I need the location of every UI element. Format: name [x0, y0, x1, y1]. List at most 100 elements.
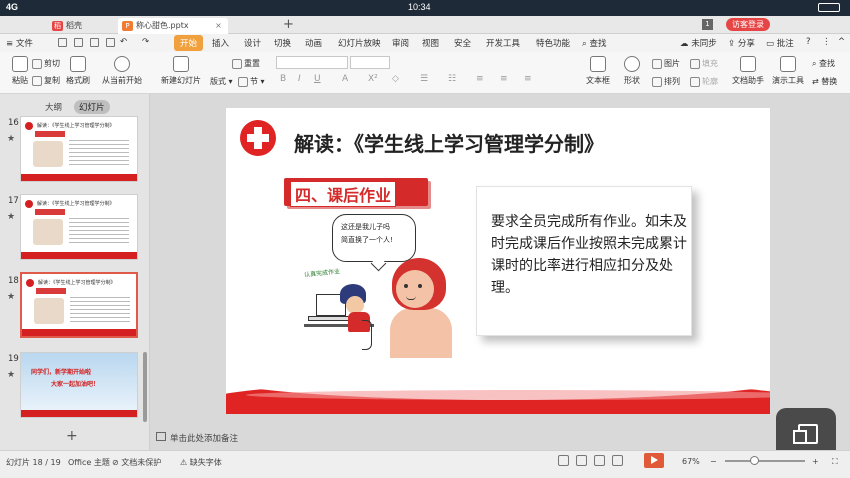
- menu-home[interactable]: 开始: [174, 35, 204, 51]
- body-textbox[interactable]: 要求全员完成所有作业。如未及时完成课后作业按照未完成累计课时的比率进行相应扣分及…: [476, 186, 692, 336]
- play-slideshow-button[interactable]: [644, 453, 664, 468]
- fit-window-icon[interactable]: ⛶: [832, 457, 838, 467]
- bullets-icon[interactable]: ☰: [420, 74, 428, 84]
- menu-view[interactable]: 视图: [422, 37, 439, 49]
- menu-security[interactable]: 安全: [454, 37, 471, 49]
- copy-label: 复制: [44, 76, 60, 85]
- menu-insert[interactable]: 插入: [212, 37, 229, 49]
- normal-view-icon[interactable]: [576, 455, 587, 466]
- shape-icon: [624, 56, 640, 72]
- current-slide[interactable]: 解读：《学生线上学习管理学分制》 四、课后作业 这还是我儿子吗 简直换了一个人!…: [226, 108, 770, 414]
- more-icon[interactable]: ⋮: [822, 37, 831, 47]
- tab-outline[interactable]: 大纲: [40, 100, 67, 114]
- menu-design[interactable]: 设计: [244, 37, 261, 49]
- underline-icon[interactable]: U: [314, 74, 321, 84]
- menu-bar: ≡ 文件 ↶ ↷ 开始 插入 设计 切换 动画 幻灯片放映 审阅 视图 安全 开…: [0, 34, 850, 52]
- align-right-icon[interactable]: ≡: [524, 74, 532, 84]
- comment-button[interactable]: ▭ 批注: [766, 37, 794, 49]
- window-count-badge[interactable]: 1: [702, 19, 713, 30]
- outline-button[interactable]: 轮廓: [690, 76, 718, 87]
- textbox-button[interactable]: 文本框: [580, 56, 616, 86]
- help-icon[interactable]: ?: [806, 37, 811, 47]
- from-current-button[interactable]: 从当前开始: [100, 56, 144, 86]
- menu-transition[interactable]: 切换: [274, 37, 291, 49]
- preview-icon[interactable]: [106, 38, 115, 47]
- undo-icon[interactable]: ↶: [120, 37, 127, 47]
- format-painter-button[interactable]: 格式刷: [60, 56, 96, 86]
- notes-toggle-icon[interactable]: [558, 455, 569, 466]
- copy-button[interactable]: 复制: [32, 75, 60, 86]
- visitor-login-button[interactable]: 访客登录: [726, 18, 770, 31]
- italic-icon[interactable]: I: [298, 74, 301, 84]
- zoom-out-icon[interactable]: −: [710, 457, 717, 466]
- replace-button[interactable]: ⇄ 替换: [812, 76, 837, 87]
- section-dropdown[interactable]: 节 ▾: [238, 76, 265, 87]
- print-icon[interactable]: [90, 38, 99, 47]
- notes-area[interactable]: 单击此处添加备注: [150, 428, 850, 448]
- slide-thumbnail-16[interactable]: 解读：《学生线上学习管理学分制》: [20, 116, 138, 182]
- section-label: 节: [250, 77, 258, 86]
- align-left-icon[interactable]: ≡: [476, 74, 484, 84]
- slide-thumbnail-17[interactable]: 解读：《学生线上学习管理学分制》: [20, 194, 138, 260]
- slide-thumbnail-18[interactable]: 解读：《学生线上学习管理学分制》: [20, 272, 138, 338]
- menu-review[interactable]: 审阅: [392, 37, 409, 49]
- doc-protection-status[interactable]: ⊘ 文档未保护: [112, 457, 161, 468]
- clear-format-icon[interactable]: ◇: [392, 74, 399, 84]
- zoom-slider[interactable]: [725, 460, 805, 462]
- slide-title[interactable]: 解读：《学生线上学习管理学分制》: [294, 128, 604, 157]
- close-icon[interactable]: ×: [215, 21, 222, 30]
- font-size-select[interactable]: [350, 56, 390, 69]
- add-slide-button[interactable]: +: [66, 428, 78, 444]
- slide-thumbnail-19[interactable]: 同学们，新学期开始啦 大家一起加油吧！: [20, 352, 138, 418]
- arrange-button[interactable]: 排列: [652, 76, 680, 87]
- superscript-icon[interactable]: X²: [368, 74, 378, 84]
- cartoon-illustration[interactable]: 这还是我儿子吗 简直换了一个人! 认真完成作业: [304, 208, 454, 358]
- sync-status[interactable]: ☁ 未同步: [680, 37, 717, 49]
- numbering-icon[interactable]: ☷: [448, 74, 456, 84]
- tab-docer[interactable]: 稻 稻壳: [48, 18, 88, 34]
- search-command[interactable]: ⌕ 查找: [582, 37, 606, 49]
- font-family-select[interactable]: [276, 56, 348, 69]
- zoom-in-icon[interactable]: +: [812, 457, 819, 466]
- menu-animation[interactable]: 动画: [305, 37, 322, 49]
- thumb-title: 解读：《学生线上学习管理学分制》: [37, 123, 115, 129]
- menu-special[interactable]: 特色功能: [536, 37, 570, 49]
- section-heading[interactable]: 四、课后作业: [284, 178, 428, 207]
- find-label: 查找: [819, 59, 836, 68]
- bold-icon[interactable]: B: [280, 74, 286, 84]
- reset-button[interactable]: 重置: [232, 58, 260, 69]
- thumb-band: [21, 252, 137, 259]
- panel-scrollbar[interactable]: [143, 352, 147, 422]
- reading-view-icon[interactable]: [612, 455, 623, 466]
- menu-file-label: 文件: [15, 39, 33, 49]
- theme-name: Office 主题: [68, 458, 110, 467]
- layout-dropdown[interactable]: 版式 ▾: [210, 76, 233, 87]
- new-slide-button[interactable]: 新建幻灯片: [158, 56, 204, 86]
- menu-slideshow[interactable]: 幻灯片放映: [338, 37, 381, 49]
- tab-pptx-document[interactable]: P 称心甜色.pptx ×: [118, 18, 228, 34]
- thumb-image: [33, 141, 63, 167]
- find-button[interactable]: ⌕ 查找: [812, 58, 835, 69]
- shape-label: 形状: [624, 76, 640, 85]
- zoom-slider-handle[interactable]: [750, 456, 759, 465]
- replace-label: 替换: [821, 77, 838, 86]
- menu-file[interactable]: ≡ 文件: [6, 37, 33, 49]
- picture-button[interactable]: 图片: [652, 58, 680, 69]
- shape-button[interactable]: 形状: [614, 56, 650, 86]
- tab-slides[interactable]: 幻灯片: [74, 100, 110, 114]
- new-tab-button[interactable]: +: [283, 17, 294, 32]
- save-icon[interactable]: [58, 38, 67, 47]
- fill-button[interactable]: 填充: [690, 58, 718, 69]
- cut-button[interactable]: 剪切: [32, 58, 60, 69]
- menu-developer[interactable]: 开发工具: [486, 37, 520, 49]
- share-button[interactable]: ⇪ 分享: [728, 37, 755, 49]
- font-color-icon[interactable]: A: [342, 74, 348, 84]
- slide-sorter-icon[interactable]: [594, 455, 605, 466]
- doc-assistant-button[interactable]: 文档助手: [728, 56, 768, 86]
- redo-icon[interactable]: ↷: [142, 37, 149, 47]
- missing-font-status[interactable]: ⚠ 缺失字体: [180, 457, 222, 468]
- open-icon[interactable]: [74, 38, 83, 47]
- align-center-icon[interactable]: ≡: [500, 74, 508, 84]
- presentation-tools-button[interactable]: 演示工具: [768, 56, 808, 86]
- collapse-icon[interactable]: ^: [838, 37, 845, 47]
